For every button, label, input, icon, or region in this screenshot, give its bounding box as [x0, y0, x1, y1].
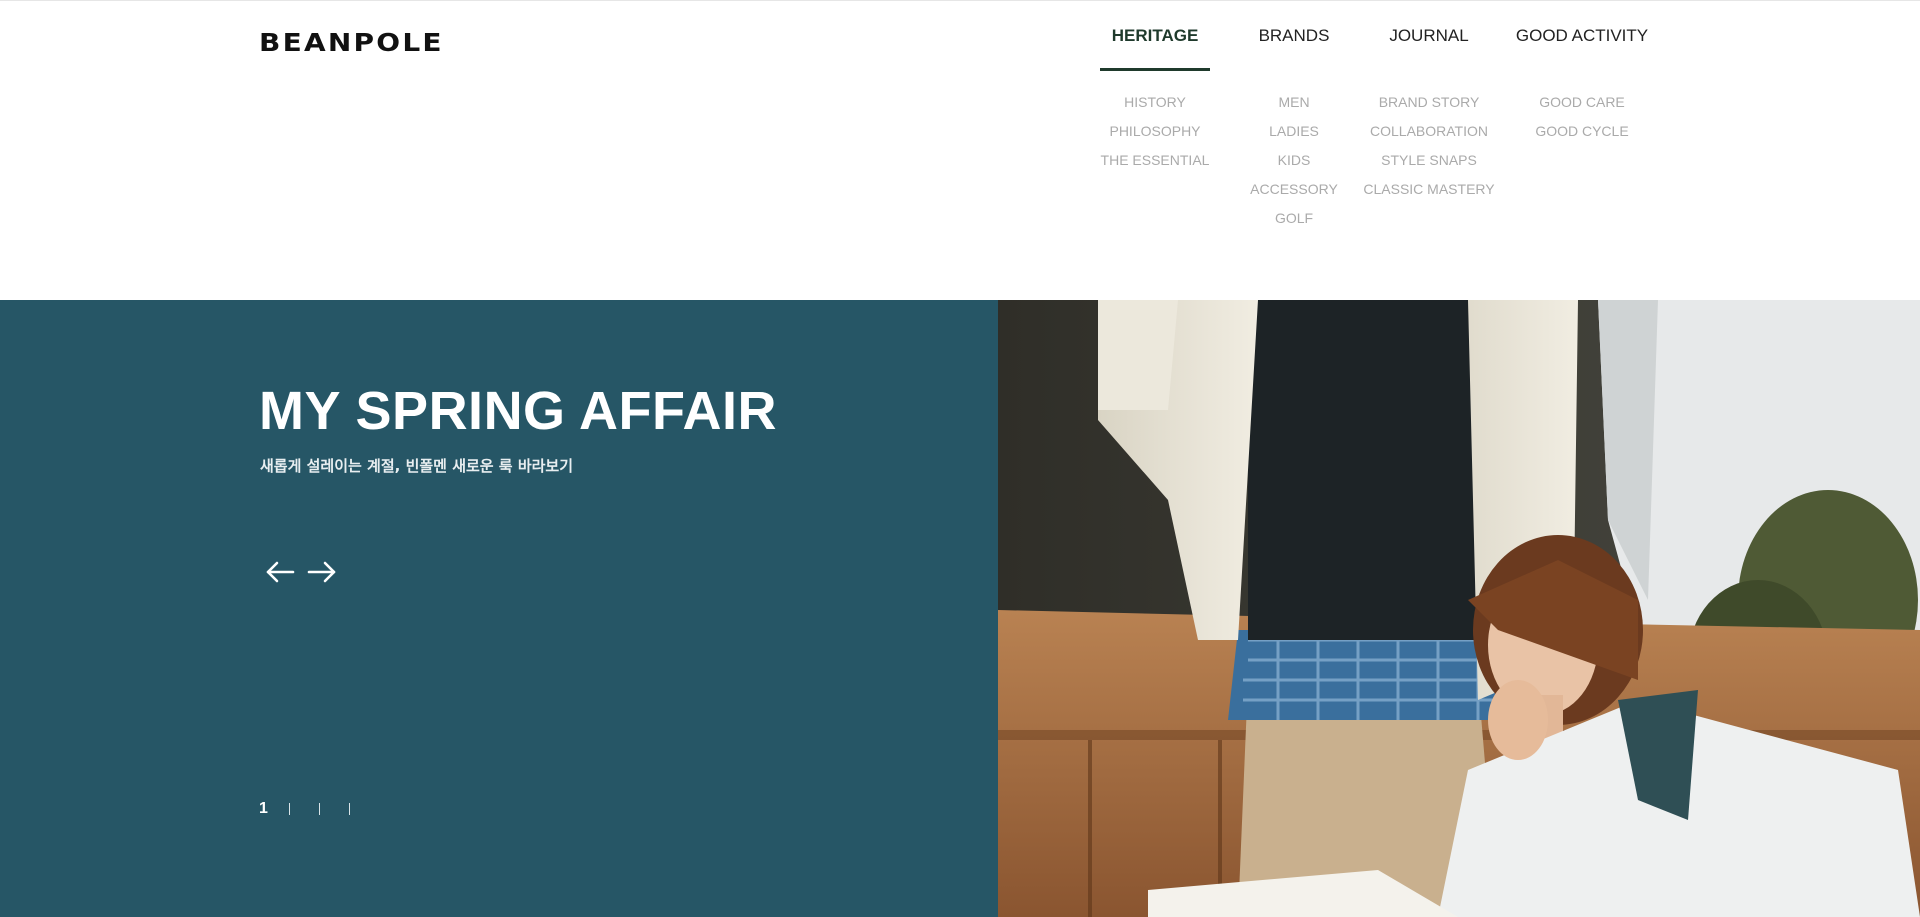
nav-journal-submenu: BRAND STORY COLLABORATION STYLE SNAPS CL…	[1354, 94, 1504, 210]
nav-heritage: HERITAGE HISTORY PHILOSOPHY THE ESSENTIA…	[1080, 1, 1230, 181]
submenu-classic-mastery[interactable]: CLASSIC MASTERY	[1354, 181, 1504, 210]
submenu-style-snaps[interactable]: STYLE SNAPS	[1354, 152, 1504, 181]
nav-good-activity-submenu: GOOD CARE GOOD CYCLE	[1507, 94, 1657, 152]
submenu-good-care[interactable]: GOOD CARE	[1507, 94, 1657, 123]
submenu-collaboration[interactable]: COLLABORATION	[1354, 123, 1504, 152]
hero-title: MY SPRING AFFAIR	[259, 381, 778, 441]
nav-heritage-submenu: HISTORY PHILOSOPHY THE ESSENTIAL	[1080, 94, 1230, 181]
current-slide-number: 1	[259, 800, 268, 817]
slide-indicator[interactable]	[289, 803, 290, 815]
submenu-brand-story[interactable]: BRAND STORY	[1354, 94, 1504, 123]
nav-journal: JOURNAL BRAND STORY COLLABORATION STYLE …	[1354, 1, 1504, 210]
nav-brands: BRANDS MEN LADIES KIDS ACCESSORY GOLF	[1219, 1, 1369, 239]
nav-good-activity-link[interactable]: GOOD ACTIVITY	[1507, 1, 1657, 71]
submenu-philosophy[interactable]: PHILOSOPHY	[1080, 123, 1230, 152]
submenu-accessory[interactable]: ACCESSORY	[1219, 181, 1369, 210]
submenu-golf[interactable]: GOLF	[1219, 210, 1369, 239]
hero-slider: MY SPRING AFFAIR 새롭게 설레이는 계절, 빈폴멘 새로운 룩 …	[0, 300, 1920, 917]
slider-arrows	[264, 558, 338, 586]
slide-indicator[interactable]	[319, 803, 320, 815]
submenu-kids[interactable]: KIDS	[1219, 152, 1369, 181]
slide-indicator[interactable]	[349, 803, 350, 815]
submenu-good-cycle[interactable]: GOOD CYCLE	[1507, 123, 1657, 152]
nav-good-activity: GOOD ACTIVITY GOOD CARE GOOD CYCLE	[1507, 1, 1657, 152]
hero-subtitle: 새롭게 설레이는 계절, 빈폴멘 새로운 룩 바라보기	[260, 457, 574, 475]
nav-journal-link[interactable]: JOURNAL	[1354, 1, 1504, 71]
slide-pagination: 1	[259, 800, 379, 818]
submenu-men[interactable]: MEN	[1219, 94, 1369, 123]
hero-text-panel: MY SPRING AFFAIR 새롭게 설레이는 계절, 빈폴멘 새로운 룩 …	[0, 300, 998, 917]
submenu-ladies[interactable]: LADIES	[1219, 123, 1369, 152]
arrow-left-icon[interactable]	[264, 558, 296, 586]
nav-heritage-link[interactable]: HERITAGE	[1080, 1, 1230, 71]
arrow-right-icon[interactable]	[306, 558, 338, 586]
submenu-history[interactable]: HISTORY	[1080, 94, 1230, 123]
hero-photo-illustration	[998, 300, 1920, 917]
submenu-the-essential[interactable]: THE ESSENTIAL	[1080, 152, 1230, 181]
nav-brands-submenu: MEN LADIES KIDS ACCESSORY GOLF	[1219, 94, 1369, 239]
brand-logo[interactable]: BEANPOLE	[259, 28, 444, 57]
hero-photo	[998, 300, 1920, 917]
nav-brands-link[interactable]: BRANDS	[1219, 1, 1369, 71]
main-navigation: HERITAGE HISTORY PHILOSOPHY THE ESSENTIA…	[1080, 1, 1660, 251]
site-header: BEANPOLE HERITAGE HISTORY PHILOSOPHY THE…	[0, 0, 1920, 300]
